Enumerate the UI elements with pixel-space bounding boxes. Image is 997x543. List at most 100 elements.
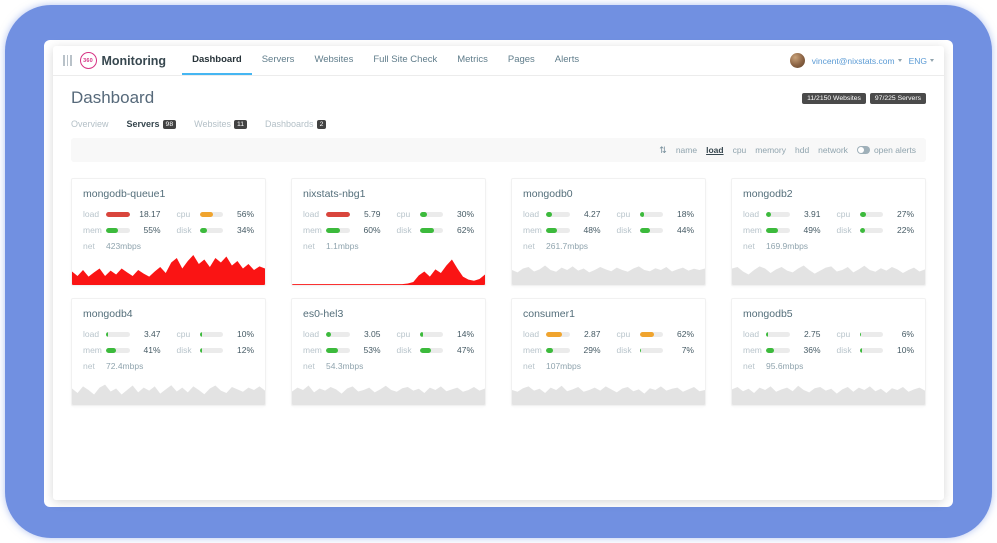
- language-label: ENG: [909, 56, 927, 66]
- mem-value: 29%: [576, 345, 601, 355]
- sort-option-memory[interactable]: memory: [755, 145, 786, 155]
- disk-bar: [860, 348, 884, 353]
- net-value: 261.7mbps: [546, 241, 588, 251]
- net-metric: net 107mbps: [523, 361, 601, 371]
- cpu-metric: cpu 6%: [837, 329, 915, 339]
- brand-name[interactable]: Monitoring: [102, 54, 167, 68]
- nav-item-servers[interactable]: Servers: [252, 46, 305, 75]
- load-bar: [106, 212, 130, 217]
- top-nav: 360 Monitoring DashboardServersWebsitesF…: [53, 46, 944, 76]
- tab-websites[interactable]: Websites11: [194, 119, 247, 129]
- server-metrics: load 2.87 cpu 62% mem 29% disk 7% net: [512, 320, 705, 371]
- nav-item-dashboard[interactable]: Dashboard: [182, 46, 252, 75]
- load-metric: load 3.91: [743, 209, 821, 219]
- nav-item-alerts[interactable]: Alerts: [545, 46, 589, 75]
- mem-metric: mem 48%: [523, 225, 601, 235]
- primary-nav: DashboardServersWebsitesFull Site CheckM…: [182, 46, 589, 75]
- open-alerts-toggle[interactable]: open alerts: [857, 145, 916, 155]
- server-metrics: load 5.79 cpu 30% mem 60% disk 62% net: [292, 200, 485, 251]
- server-name: mongodb4: [72, 299, 265, 320]
- mem-bar: [546, 228, 570, 233]
- net-value: 72.4mbps: [106, 361, 143, 371]
- server-card-mongodb-queue1[interactable]: mongodb-queue1 load 18.17 cpu 56% mem 55…: [71, 178, 266, 286]
- load-sparkline: [292, 255, 485, 285]
- sort-option-hdd[interactable]: hdd: [795, 145, 809, 155]
- disk-bar: [860, 228, 884, 233]
- server-card-consumer1[interactable]: consumer1 load 2.87 cpu 62% mem 29% disk…: [511, 298, 706, 406]
- user-email: vincent@nixstats.com: [812, 56, 895, 66]
- cpu-metric: cpu 18%: [617, 209, 695, 219]
- disk-label: disk: [397, 345, 420, 355]
- nav-item-websites[interactable]: Websites: [304, 46, 363, 75]
- cpu-label: cpu: [617, 209, 640, 219]
- mem-label: mem: [303, 345, 326, 355]
- server-card-mongodb5[interactable]: mongodb5 load 2.75 cpu 6% mem 36% disk 1…: [731, 298, 926, 406]
- disk-value: 7%: [669, 345, 694, 355]
- net-metric: net 1.1mbps: [303, 241, 381, 251]
- load-metric: load 5.79: [303, 209, 381, 219]
- tab-dashboards[interactable]: Dashboards2: [265, 119, 326, 129]
- server-name: mongodb0: [512, 179, 705, 200]
- load-bar: [326, 212, 350, 217]
- load-label: load: [743, 209, 766, 219]
- server-metrics: load 3.05 cpu 14% mem 53% disk 47% net: [292, 320, 485, 371]
- logo-360-icon[interactable]: 360: [80, 52, 97, 69]
- load-metric: load 3.47: [83, 329, 161, 339]
- sort-option-network[interactable]: network: [818, 145, 848, 155]
- disk-bar: [640, 348, 664, 353]
- cpu-metric: cpu 56%: [177, 209, 255, 219]
- language-menu[interactable]: ENG: [909, 56, 934, 66]
- load-label: load: [523, 329, 546, 339]
- mem-label: mem: [523, 345, 546, 355]
- disk-label: disk: [397, 225, 420, 235]
- load-sparkline: [732, 255, 925, 285]
- sort-filter-bar: ⇅ name loadcpu memory hdd network open alert…: [71, 138, 926, 162]
- server-card-mongodb2[interactable]: mongodb2 load 3.91 cpu 27% mem 49% disk …: [731, 178, 926, 286]
- app-window: 360 Monitoring DashboardServersWebsitesF…: [53, 46, 944, 500]
- sort-option-cpu[interactable]: cpu: [733, 145, 747, 155]
- nav-item-metrics[interactable]: Metrics: [447, 46, 498, 75]
- server-metrics: load 3.91 cpu 27% mem 49% disk 22% net: [732, 200, 925, 251]
- nav-item-pages[interactable]: Pages: [498, 46, 545, 75]
- net-metric: net 423mbps: [83, 241, 161, 251]
- cpu-label: cpu: [617, 329, 640, 339]
- apps-grid-icon[interactable]: [63, 55, 72, 66]
- net-label: net: [303, 361, 326, 371]
- user-email-menu[interactable]: vincent@nixstats.com: [812, 56, 902, 66]
- server-metrics: load 18.17 cpu 56% mem 55% disk 34% net: [72, 200, 265, 251]
- mem-label: mem: [83, 345, 106, 355]
- user-avatar[interactable]: [790, 53, 805, 68]
- cpu-bar: [640, 212, 664, 217]
- mem-label: mem: [303, 225, 326, 235]
- server-card-nixstats-nbg1[interactable]: nixstats-nbg1 load 5.79 cpu 30% mem 60% …: [291, 178, 486, 286]
- net-value: 169.9mbps: [766, 241, 808, 251]
- net-value: 107mbps: [546, 361, 581, 371]
- disk-label: disk: [617, 225, 640, 235]
- sort-option-name[interactable]: name: [676, 145, 697, 155]
- server-card-es0-hel3[interactable]: es0-hel3 load 3.05 cpu 14% mem 53% disk …: [291, 298, 486, 406]
- disk-label: disk: [837, 345, 860, 355]
- load-metric: load 18.17: [83, 209, 161, 219]
- load-value: 3.91: [796, 209, 821, 219]
- page-header: Dashboard 11/2150 Websites97/225 Servers: [71, 88, 926, 108]
- mem-bar: [546, 348, 570, 353]
- disk-value: 12%: [229, 345, 254, 355]
- tab-servers[interactable]: Servers98: [127, 119, 177, 129]
- net-label: net: [523, 241, 546, 251]
- nav-item-full-site-check[interactable]: Full Site Check: [363, 46, 447, 75]
- load-label: load: [83, 329, 106, 339]
- tab-count-badge: 98: [163, 120, 177, 129]
- tab-overview[interactable]: Overview: [71, 119, 109, 129]
- sort-icon[interactable]: ⇅: [659, 145, 667, 156]
- load-sparkline: [732, 375, 925, 405]
- nav-user-group: vincent@nixstats.com ENG: [790, 46, 934, 75]
- cpu-metric: cpu 30%: [397, 209, 475, 219]
- cpu-label: cpu: [837, 209, 860, 219]
- load-sparkline: [512, 375, 705, 405]
- cpu-bar: [860, 332, 884, 337]
- server-card-mongodb4[interactable]: mongodb4 load 3.47 cpu 10% mem 41% disk …: [71, 298, 266, 406]
- server-card-mongodb0[interactable]: mongodb0 load 4.27 cpu 18% mem 48% disk …: [511, 178, 706, 286]
- quota-badge: 97/225 Servers: [870, 93, 926, 104]
- sort-option-load[interactable]: load: [706, 145, 723, 155]
- net-metric: net 169.9mbps: [743, 241, 821, 251]
